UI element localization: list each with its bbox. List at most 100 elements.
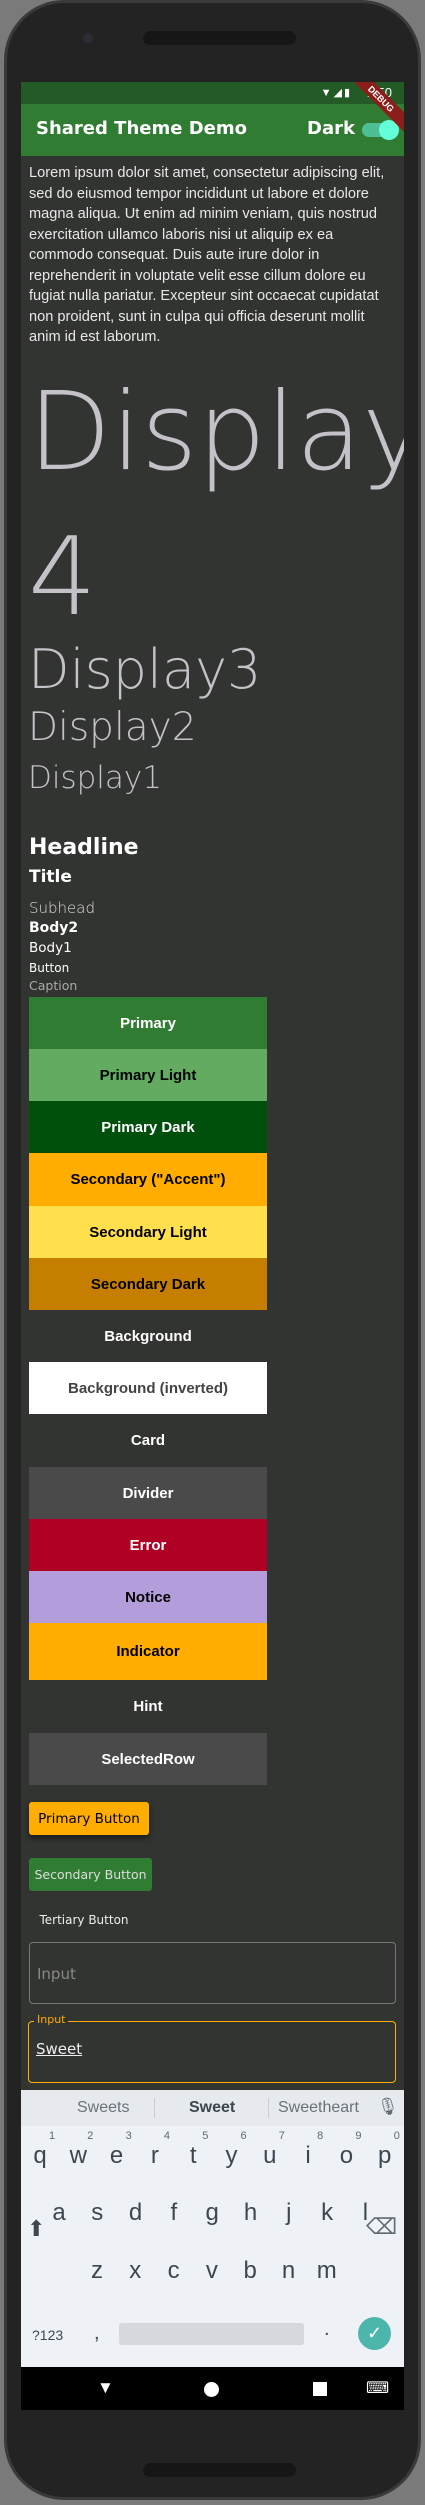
key-q[interactable]: q (21, 2142, 59, 2170)
key-hint-6: 6 (240, 2130, 247, 2142)
key-t[interactable]: t (174, 2142, 212, 2170)
key-n[interactable]: n (270, 2257, 308, 2285)
input-label: Input (34, 2013, 69, 2026)
swatch-card: Card (29, 1414, 267, 1467)
key-f[interactable]: f (155, 2199, 193, 2227)
shift-key-icon[interactable]: ⬆ (27, 2216, 45, 2242)
key-m[interactable]: m (308, 2257, 346, 2285)
app-bar: Shared Theme Demo Dark (21, 104, 404, 156)
body-paragraph: Lorem ipsum dolor sit amet, consectetur … (29, 165, 385, 345)
key-hint-5: 5 (202, 2130, 209, 2142)
divider (268, 2098, 269, 2118)
key-j[interactable]: j (270, 2199, 308, 2227)
key-d[interactable]: d (117, 2199, 155, 2227)
swatch-secondary-dark: Secondary Dark (29, 1258, 267, 1310)
period-key[interactable]: . (324, 2318, 330, 2341)
swatch-label: Primary Light (99, 1066, 197, 1084)
key-c[interactable]: c (155, 2257, 193, 2285)
swatch-label: Error (129, 1536, 167, 1554)
swatch-secondary-light: Secondary Light (29, 1206, 267, 1258)
key-u[interactable]: u (251, 2142, 289, 2170)
swatch-label: Divider (122, 1484, 174, 1502)
key-k[interactable]: k (308, 2199, 346, 2227)
recents-icon[interactable] (313, 2382, 327, 2396)
dark-mode-switch[interactable] (362, 120, 399, 140)
comma-key[interactable]: , (94, 2322, 100, 2345)
primary-button[interactable]: Primary Button (29, 1802, 149, 1835)
body2-text: Body2 (29, 920, 79, 936)
key-hint-8: 8 (317, 2130, 324, 2142)
key-hint-9: 9 (355, 2130, 362, 2142)
key-w[interactable]: w (59, 2142, 97, 2170)
speaker-bottom (143, 2463, 296, 2477)
divider (154, 2098, 155, 2118)
soft-keyboard: Sweets Sweet Sweetheart 🎙 q1w2e3r4t5y6u7… (21, 2090, 404, 2367)
enter-check-icon[interactable]: ✓ (358, 2317, 391, 2350)
suggestion-sweets[interactable]: Sweets (77, 2099, 129, 2117)
swatch-primary: Primary (29, 997, 267, 1049)
navigation-bar: ▼ ⌨ (21, 2367, 404, 2410)
swatch-label: Hint (133, 1698, 163, 1715)
home-icon[interactable] (204, 2382, 219, 2397)
camera (83, 33, 93, 43)
swatch-notice: Notice (29, 1571, 267, 1623)
space-bar[interactable] (119, 2323, 304, 2345)
suggestion-bar: Sweets Sweet Sweetheart 🎙 (21, 2090, 404, 2126)
key-z[interactable]: z (78, 2257, 116, 2285)
microphone-icon[interactable]: 🎙 (377, 2097, 399, 2117)
swatch-background-inverted: Background (inverted) (29, 1362, 267, 1414)
swatch-label: SelectedRow (101, 1750, 195, 1768)
swatch-label: Primary Dark (101, 1118, 195, 1136)
swatch-label: Background (104, 1327, 192, 1345)
input-placeholder: Input (37, 1965, 76, 1983)
swatch-primary-light: Primary Light (29, 1049, 267, 1101)
display4-text: Display 4 (28, 370, 404, 640)
wifi-signal-battery-icons: ▼◢▮ (320, 87, 352, 99)
display3-text: Display3 (28, 638, 262, 701)
key-i[interactable]: i (289, 2142, 327, 2170)
key-hint-1: 1 (49, 2130, 56, 2142)
key-v[interactable]: v (193, 2257, 231, 2285)
title-text: Title (29, 867, 72, 887)
symbols-key[interactable]: ?123 (32, 2327, 63, 2343)
subhead-text: Subhead (29, 899, 95, 917)
input-value: Sweet (36, 2040, 83, 2058)
keyboard-switch-icon[interactable]: ⌨ (366, 2378, 389, 2398)
swatch-selectedrow: SelectedRow (29, 1733, 267, 1785)
dark-toggle-label: Dark (307, 118, 355, 139)
swatch-primary-dark: Primary Dark (29, 1101, 267, 1153)
secondary-button[interactable]: Secondary Button (29, 1858, 152, 1891)
swatch-indicator: Indicator (29, 1623, 267, 1680)
key-hint-7: 7 (278, 2130, 285, 2142)
key-h[interactable]: h (232, 2199, 270, 2227)
back-icon[interactable]: ▼ (97, 2378, 114, 2398)
tertiary-button[interactable]: Tertiary Button (29, 1902, 139, 1938)
body1-text: Body1 (29, 940, 72, 956)
key-b[interactable]: b (231, 2257, 269, 2285)
display1-text: Display1 (28, 760, 162, 796)
key-hint-3: 3 (125, 2130, 132, 2142)
key-hint-4: 4 (163, 2130, 171, 2142)
screen: ▼◢▮ 1:50 Shared Theme Demo Dark DEBUG Lo… (21, 82, 404, 2410)
key-a[interactable]: a (40, 2199, 78, 2227)
key-g[interactable]: g (193, 2199, 231, 2227)
key-r[interactable]: r (136, 2142, 174, 2170)
input-field-focused[interactable]: Input Sweet (28, 2013, 396, 2083)
display2-text: Display2 (28, 705, 197, 750)
key-hint-2: 2 (87, 2130, 94, 2142)
status-bar: ▼◢▮ 1:50 (21, 82, 404, 104)
key-e[interactable]: e (98, 2142, 136, 2170)
swatch-error: Error (29, 1519, 267, 1571)
key-y[interactable]: y (213, 2142, 251, 2170)
backspace-key-icon[interactable]: ⌫ (366, 2214, 397, 2240)
swatch-label: Primary (120, 1014, 176, 1032)
key-x[interactable]: x (116, 2257, 154, 2285)
key-hint-0: 0 (393, 2130, 400, 2142)
key-s[interactable]: s (78, 2199, 116, 2227)
suggestion-sweet[interactable]: Sweet (189, 2099, 235, 2117)
swatch-label: Secondary Dark (90, 1275, 206, 1293)
suggestion-sweetheart[interactable]: Sweetheart (278, 2099, 359, 2117)
key-p[interactable]: p (366, 2142, 404, 2170)
key-o[interactable]: o (327, 2142, 365, 2170)
input-field-empty[interactable]: Input (29, 1942, 396, 2004)
